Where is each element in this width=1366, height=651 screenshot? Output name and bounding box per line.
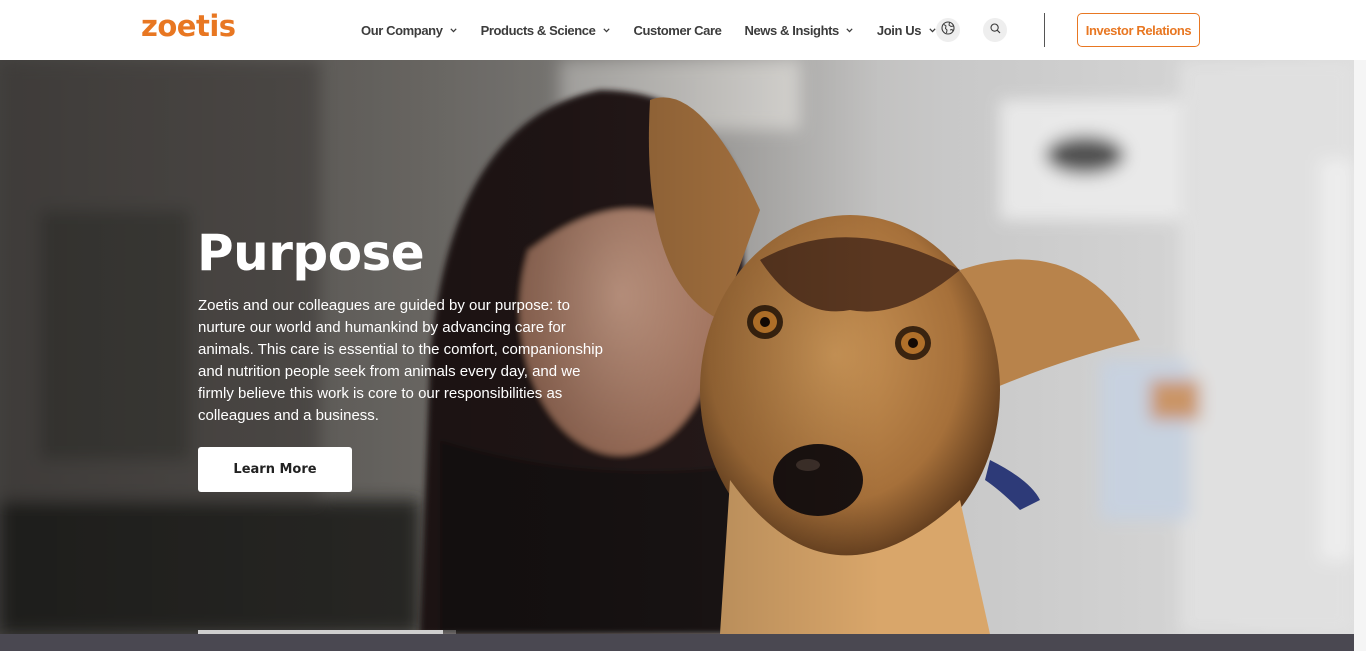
page-scrollbar[interactable] — [1354, 60, 1366, 651]
next-section-strip — [0, 634, 1354, 651]
chevron-down-icon — [846, 26, 854, 34]
hero-banner: Purpose Zoetis and our colleagues are gu… — [0, 60, 1354, 634]
chevron-down-icon — [450, 26, 458, 34]
zoetis-logo[interactable]: zoetis — [141, 8, 236, 44]
nav-label: Products & Science — [480, 22, 596, 38]
chevron-down-icon — [928, 26, 936, 34]
nav-customer-care[interactable]: Customer Care — [633, 0, 721, 60]
nav-label: Our Company — [361, 22, 443, 38]
site-header: zoetis Our Company Products & Science Cu… — [0, 0, 1366, 60]
globe-icon — [941, 20, 955, 40]
search-icon — [989, 21, 1001, 39]
investor-relations-button[interactable]: Investor Relations — [1077, 13, 1200, 47]
hero-description: Zoetis and our colleagues are guided by … — [198, 297, 603, 424]
nav-products-science[interactable]: Products & Science — [481, 0, 611, 60]
header-divider — [1044, 13, 1045, 47]
nav-label: Customer Care — [633, 22, 722, 38]
hero-title: Purpose — [197, 224, 425, 282]
nav-join-us[interactable]: Join Us — [877, 0, 936, 60]
learn-more-button[interactable]: Learn More — [198, 447, 352, 492]
nav-news-insights[interactable]: News & Insights — [744, 0, 854, 60]
nav-label: Join Us — [876, 22, 922, 38]
chevron-down-icon — [602, 26, 610, 34]
search-button[interactable] — [983, 18, 1007, 42]
main-nav: Our Company Products & Science Customer … — [361, 0, 936, 60]
nav-label: News & Insights — [744, 22, 839, 38]
nav-our-company[interactable]: Our Company — [361, 0, 458, 60]
language-button[interactable] — [936, 18, 960, 42]
